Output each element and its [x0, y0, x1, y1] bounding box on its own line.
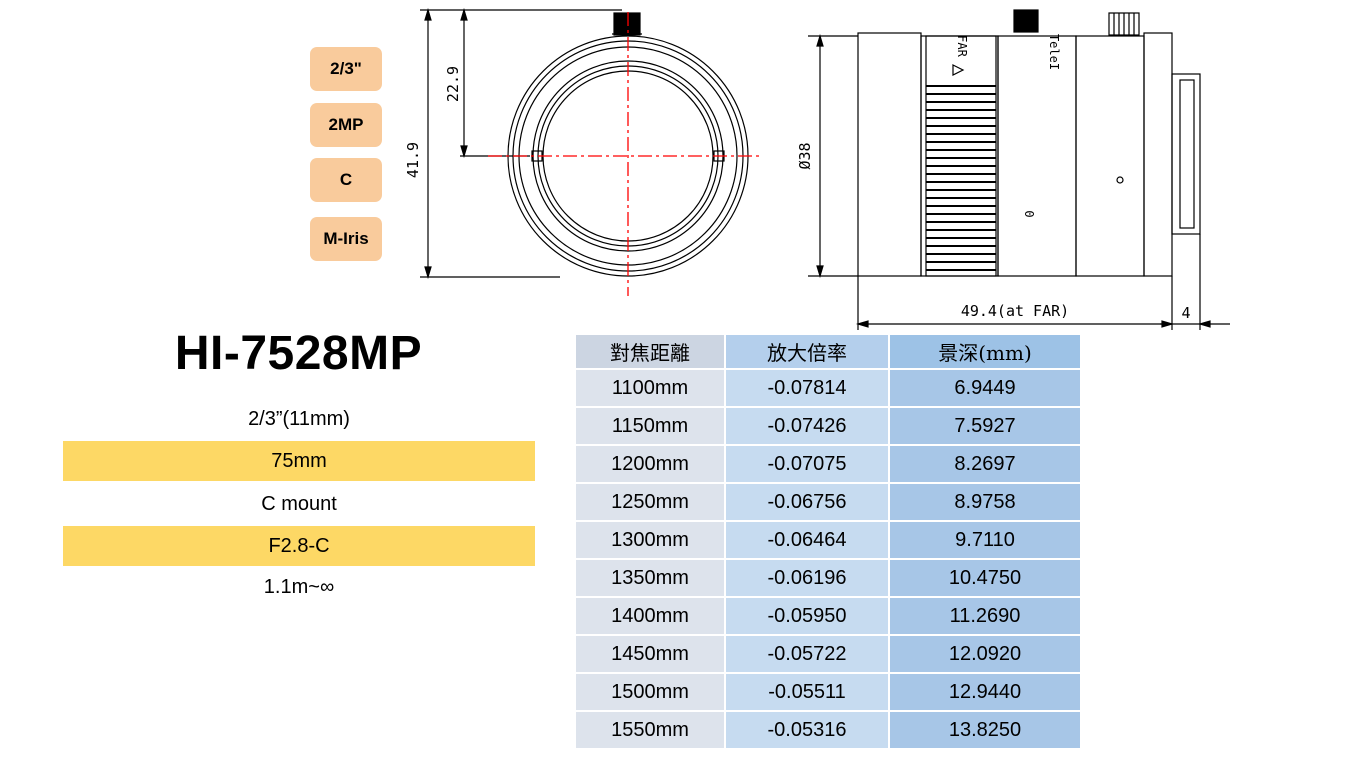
cell-magnification: -0.07814 [724, 368, 890, 408]
cell-dof: 8.2697 [888, 444, 1082, 484]
zero-mark: 0 [1022, 210, 1036, 217]
focus-far-mark: FAR [955, 35, 969, 57]
table-row: 1200mm -0.07075 8.2697 [574, 444, 1082, 484]
cell-distance: 1450mm [574, 634, 726, 674]
table-row: 1250mm -0.06756 8.9758 [574, 482, 1082, 522]
header-magnification: 放大倍率 [724, 333, 890, 370]
cell-distance: 1150mm [574, 406, 726, 446]
cell-magnification: -0.06196 [724, 558, 890, 598]
cell-distance: 1300mm [574, 520, 726, 560]
table-row: 1500mm -0.05511 12.9440 [574, 672, 1082, 712]
dim-height-label: 41.9 [404, 142, 422, 178]
cell-magnification: -0.05950 [724, 596, 890, 636]
cell-magnification: -0.07426 [724, 406, 890, 446]
table-row: 1450mm -0.05722 12.0920 [574, 634, 1082, 674]
cell-dof: 9.7110 [888, 520, 1082, 560]
cell-distance: 1500mm [574, 672, 726, 712]
dim-flange-label: 4 [1181, 304, 1190, 322]
table-row: 1350mm -0.06196 10.4750 [574, 558, 1082, 598]
cell-magnification: -0.07075 [724, 444, 890, 484]
table-row: 1100mm -0.07814 6.9449 [574, 368, 1082, 408]
cell-dof: 11.2690 [888, 596, 1082, 636]
cell-dof: 12.0920 [888, 634, 1082, 674]
table-row: 1400mm -0.05950 11.2690 [574, 596, 1082, 636]
table-row: 1150mm -0.07426 7.5927 [574, 406, 1082, 446]
cell-distance: 1100mm [574, 368, 726, 408]
cell-dof: 8.9758 [888, 482, 1082, 522]
depth-of-field-table: 對焦距離 放大倍率 景深(mm) 1100mm -0.07814 6.9449 11… [574, 333, 1082, 750]
cell-dof: 7.5927 [888, 406, 1082, 446]
cell-dof: 10.4750 [888, 558, 1082, 598]
cell-magnification: -0.06464 [724, 520, 890, 560]
spec-mount: C mount [261, 492, 337, 515]
cell-magnification: -0.05511 [724, 672, 890, 712]
iris-tele-mark: TeleI [1047, 34, 1061, 70]
cell-magnification: -0.06756 [724, 482, 890, 522]
table-header-row: 對焦距離 放大倍率 景深(mm) [574, 333, 1082, 370]
cell-dof: 12.9440 [888, 672, 1082, 712]
dim-diameter-label: Ø38 [796, 142, 814, 169]
spec-aperture: F2.8-C [63, 526, 535, 566]
spec-focal-length: 75mm [63, 441, 535, 481]
cell-magnification: -0.05316 [724, 710, 890, 750]
lens-technical-drawing: 41.9 22.9 Ø38 49.4(at FAR) 4 FAR TeleI 0 [404, 7, 1230, 330]
header-depth-of-field: 景深(mm) [888, 333, 1082, 370]
model-title: HI-7528MP [174, 327, 423, 380]
dim-half-height-label: 22.9 [444, 66, 462, 102]
cell-distance: 1250mm [574, 482, 726, 522]
cell-magnification: -0.05722 [724, 634, 890, 674]
cell-distance: 1350mm [574, 558, 726, 598]
table-row: 1300mm -0.06464 9.7110 [574, 520, 1082, 560]
header-focus-distance: 對焦距離 [574, 333, 726, 370]
cell-dof: 6.9449 [888, 368, 1082, 408]
cell-distance: 1200mm [574, 444, 726, 484]
spec-sensor-format: 2/3”(11mm) [248, 407, 350, 430]
center-crosshair [488, 12, 760, 296]
table-row: 1550mm -0.05316 13.8250 [574, 710, 1082, 750]
cell-distance: 1400mm [574, 596, 726, 636]
cell-dof: 13.8250 [888, 710, 1082, 750]
dim-length-label: 49.4(at FAR) [961, 302, 1069, 320]
cell-distance: 1550mm [574, 710, 726, 750]
spec-focus-range: 1.1m~∞ [263, 575, 335, 598]
